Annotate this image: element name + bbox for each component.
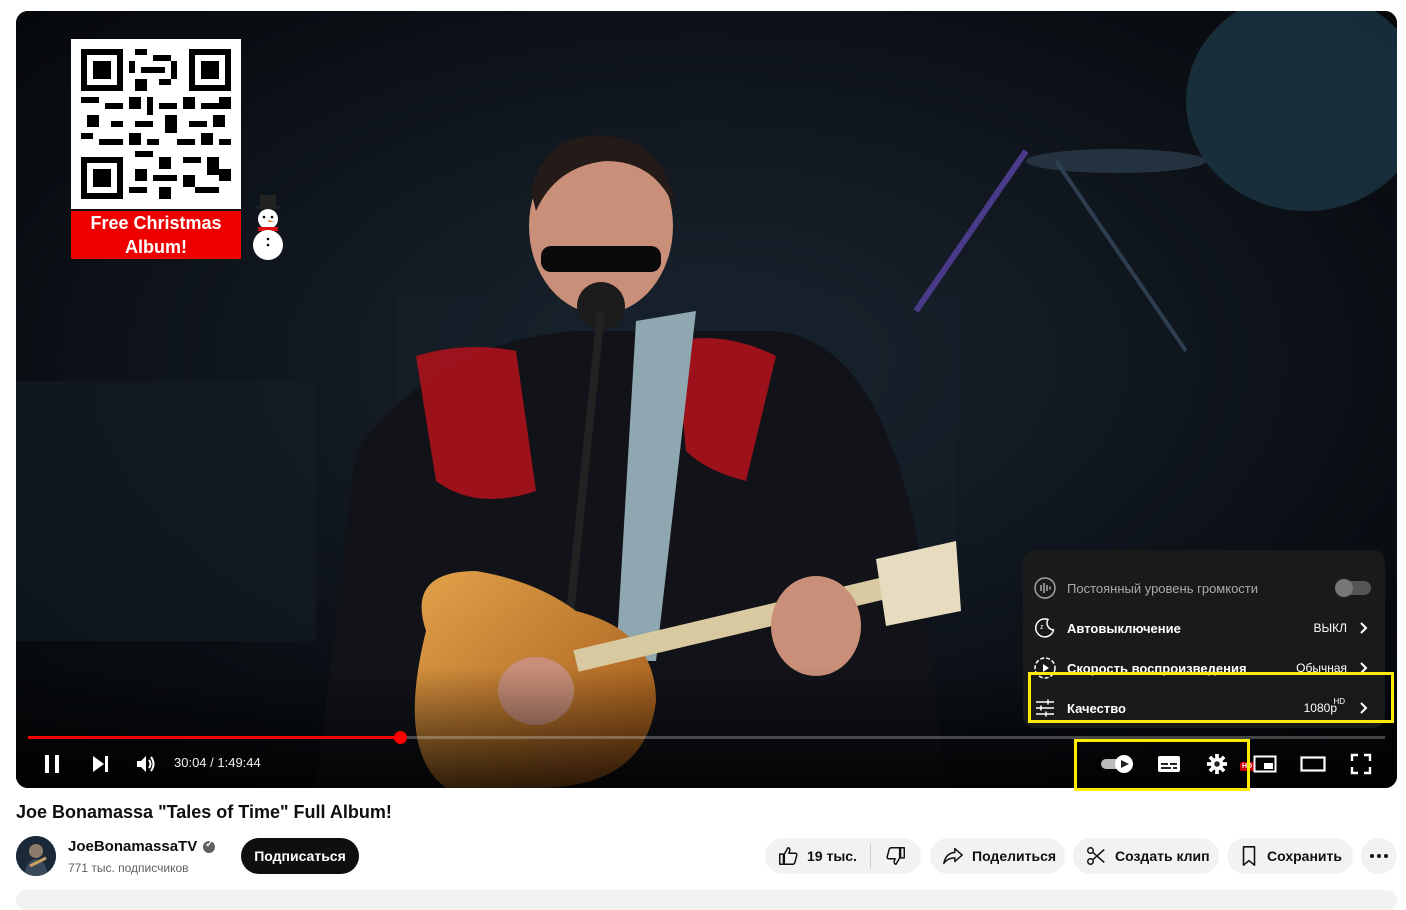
volume-icon [137,756,155,772]
pause-button[interactable] [38,749,66,779]
share-label: Поделиться [972,848,1057,864]
theater-mode-button[interactable] [1297,749,1329,779]
menu-item-label: Автовыключение [1067,620,1181,636]
qr-code[interactable] [71,39,241,209]
skip-next-icon [93,756,108,772]
controls-highlight [1074,739,1250,791]
save-label: Сохранить [1267,848,1342,864]
create-clip-button[interactable]: Создать клип [1073,838,1219,874]
next-button[interactable] [86,749,114,779]
description-box[interactable] [16,890,1397,910]
subscriber-count: 771 тыс. подписчиков [68,861,189,875]
like-button[interactable]: 19 тыс. [765,838,870,874]
more-actions-button[interactable] [1361,838,1397,874]
miniplayer-icon [1253,755,1277,773]
channel-name-text[interactable]: JoeBonamassaTV [68,838,197,855]
time-display: 30:04 / 1:49:44 [174,755,261,770]
promo-label: Free Christmas Album! [71,211,241,259]
theater-mode-icon [1300,756,1326,772]
save-button[interactable]: Сохранить [1227,838,1353,874]
like-count: 19 тыс. [807,848,857,864]
pause-icon [45,755,59,773]
verified-icon [203,839,216,853]
more-horizontal-icon [1370,854,1388,858]
progress-played [28,736,400,739]
sleep-timer-icon: z [1035,618,1055,638]
like-dislike-group: 19 тыс. [765,838,921,874]
video-title: Joe Bonamassa "Tales of Time" Full Album… [16,802,392,822]
channel-name[interactable]: JoeBonamassaTV [68,838,216,855]
stable-volume-icon [1034,577,1056,599]
miniplayer-button[interactable] [1250,749,1280,779]
create-clip-label: Создать клип [1115,848,1210,864]
scrubber-handle[interactable] [393,731,407,744]
chevron-right-icon [1360,622,1368,634]
share-icon [943,847,963,865]
menu-item-label: Постоянный уровень громкости [1067,580,1259,596]
share-button[interactable]: Поделиться [930,838,1065,874]
subscribe-button[interactable]: Подписаться [241,838,359,874]
thumbs-down-icon [886,847,905,865]
scissors-icon [1087,847,1105,865]
fullscreen-button[interactable] [1346,749,1376,779]
snowman-icon [248,193,288,263]
channel-avatar[interactable] [16,836,56,876]
sleep-timer-value: ВЫКЛ [1313,621,1348,635]
menu-item-sleep-timer[interactable]: z Автовыключение ВЫКЛ [1023,608,1385,648]
stable-volume-toggle[interactable] [1335,579,1371,597]
bookmark-icon [1242,846,1256,866]
svg-text:z: z [1040,624,1044,631]
menu-item-stable-volume[interactable]: Постоянный уровень громкости [1023,568,1385,608]
quality-highlight [1028,672,1394,723]
dislike-button[interactable] [871,838,921,874]
fullscreen-icon [1350,753,1372,775]
mute-button[interactable] [132,749,160,779]
thumbs-up-icon [779,847,798,865]
